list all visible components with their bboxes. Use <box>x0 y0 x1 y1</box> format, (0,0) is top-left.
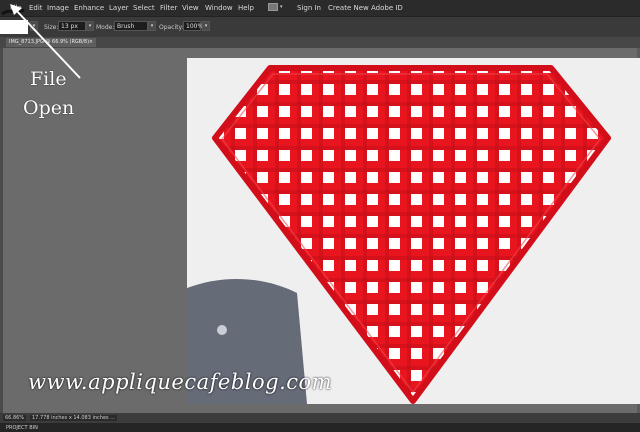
mode-dropdown[interactable]: ▾ <box>148 21 156 31</box>
opacity-input[interactable]: 100% <box>183 21 203 31</box>
status-bar: 66.86% 17.778 inches x 14.083 inches ... <box>0 413 640 423</box>
applique-photo <box>187 58 640 404</box>
menu-view[interactable]: View <box>182 4 199 12</box>
annotation-open-text: Open <box>23 97 75 119</box>
opacity-dropdown[interactable]: ▾ <box>202 21 210 31</box>
chevron-down-icon[interactable]: ▾ <box>280 4 283 10</box>
zoom-level[interactable]: 66.86% <box>3 415 27 421</box>
menu-window[interactable]: Window <box>205 4 233 12</box>
opacity-label: Opacity: <box>159 24 184 31</box>
document-dimensions: 17.778 inches x 14.083 inches ... <box>30 415 117 421</box>
sign-in-link[interactable]: Sign In <box>297 4 321 12</box>
menu-help[interactable]: Help <box>238 4 254 12</box>
mode-select[interactable]: Brush <box>114 21 148 31</box>
watermark-text: www.appliquecafeblog.com <box>28 370 333 394</box>
shadow-highlight <box>217 325 227 335</box>
project-bin-label: PROJECT BIN <box>6 425 38 431</box>
menu-layer[interactable]: Layer <box>109 4 129 12</box>
workspace-icon[interactable] <box>268 3 278 11</box>
menu-filter[interactable]: Filter <box>160 4 177 12</box>
document-image[interactable] <box>187 58 640 404</box>
annotation-file-text: File <box>30 68 67 90</box>
menu-select[interactable]: Select <box>133 4 155 12</box>
project-bin[interactable]: PROJECT BIN <box>0 423 640 432</box>
create-adobe-id-link[interactable]: Create New Adobe ID <box>328 4 403 12</box>
